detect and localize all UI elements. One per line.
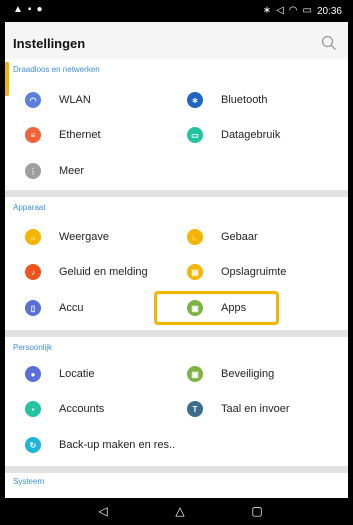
- search-icon: [321, 35, 336, 50]
- section-personal: Persoonlijk ● Locatie ▣ Beveiliging ▪ Ac…: [5, 337, 348, 466]
- settings-item-accounts[interactable]: ▪ Accounts: [25, 393, 175, 425]
- settings-item-weergave[interactable]: ☼ Weergave: [25, 221, 175, 253]
- security-icon: ▣: [187, 366, 203, 382]
- section-wireless: Draadloos en netwerken ◠ WLAN ∗ Bluetoot…: [5, 59, 348, 190]
- recents-button[interactable]: ▢: [249, 503, 265, 519]
- language-icon: T: [187, 401, 203, 417]
- bluetooth-status-icon: ∗: [262, 5, 272, 16]
- battery-status-icon: ▭: [302, 5, 312, 16]
- ethernet-icon: ≡: [25, 127, 41, 143]
- android-icon: ●: [36, 4, 43, 15]
- warning-icon: ▲: [13, 4, 23, 15]
- settings-item-geluid-en-melding[interactable]: ♪ Geluid en melding: [25, 256, 175, 288]
- settings-screen: ▲ ▪ ● ∗ ◁ ◠ ▭ 20:36 Instellingen Draadlo…: [5, 0, 348, 525]
- section-header-system: Systeem: [13, 477, 45, 486]
- gesture-icon: ✋: [187, 229, 203, 245]
- backup-icon: ↻: [25, 437, 41, 453]
- settings-item-meer[interactable]: ⋮ Meer: [25, 155, 175, 187]
- battery-icon: ▯: [25, 300, 41, 316]
- back-icon: ◁: [98, 504, 108, 518]
- sound-icon: ♪: [25, 264, 41, 280]
- divider: [5, 190, 348, 197]
- clock: 20:36: [316, 5, 342, 17]
- settings-item-taal-en-invoer[interactable]: T Taal en invoer: [187, 393, 337, 425]
- wifi-status-icon: ◠: [288, 5, 298, 16]
- settings-item-ethernet[interactable]: ≡ Ethernet: [25, 119, 175, 151]
- home-icon: △: [175, 504, 185, 518]
- status-bar: ▲ ▪ ● ∗ ◁ ◠ ▭ 20:36: [5, 0, 348, 22]
- settings-item-bluetooth[interactable]: ∗ Bluetooth: [187, 84, 337, 116]
- divider: [5, 330, 348, 337]
- settings-item-beveiliging[interactable]: ▣ Beveiliging: [187, 358, 337, 390]
- bluetooth-icon: ∗: [187, 92, 203, 108]
- image-icon: ▪: [27, 4, 32, 15]
- settings-item-datagebruik[interactable]: ▭ Datagebruik: [187, 119, 337, 151]
- section-header-personal: Persoonlijk: [13, 343, 53, 352]
- settings-item-locatie[interactable]: ● Locatie: [25, 358, 175, 390]
- mute-icon: ◁: [276, 5, 284, 16]
- accounts-icon: ▪: [25, 401, 41, 417]
- back-button[interactable]: ◁: [95, 503, 111, 519]
- more-icon: ⋮: [25, 163, 41, 179]
- section-header-wireless: Draadloos en netwerken: [13, 65, 100, 74]
- home-button[interactable]: △: [172, 503, 188, 519]
- apps-highlight-box: [154, 291, 279, 325]
- wifi-icon: ◠: [25, 92, 41, 108]
- storage-icon: ▤: [187, 264, 203, 280]
- system-icons: ∗ ◁ ◠ ▭ 20:36: [263, 5, 342, 17]
- settings-item-wlan[interactable]: ◠ WLAN: [25, 84, 175, 116]
- navigation-bar: ◁ △ ▢: [5, 498, 348, 525]
- highlight-accent: [5, 62, 9, 96]
- notification-icons: ▲ ▪ ●: [13, 4, 43, 16]
- section-header-device: Apparaat: [13, 203, 46, 212]
- settings-item-gebaar[interactable]: ✋ Gebaar: [187, 221, 337, 253]
- page-title: Instellingen: [13, 36, 86, 51]
- settings-item-accu[interactable]: ▯ Accu: [25, 292, 175, 324]
- search-button[interactable]: [320, 34, 338, 52]
- divider: [5, 466, 348, 473]
- recents-icon: ▢: [251, 504, 263, 518]
- location-icon: ●: [25, 366, 41, 382]
- settings-item-opslagruimte[interactable]: ▤ Opslagruimte: [187, 256, 337, 288]
- data-usage-icon: ▭: [187, 127, 203, 143]
- section-system: Systeem: [5, 473, 348, 514]
- settings-item-backup[interactable]: ↻ Back-up maken en res..: [25, 429, 225, 461]
- display-icon: ☼: [25, 229, 41, 245]
